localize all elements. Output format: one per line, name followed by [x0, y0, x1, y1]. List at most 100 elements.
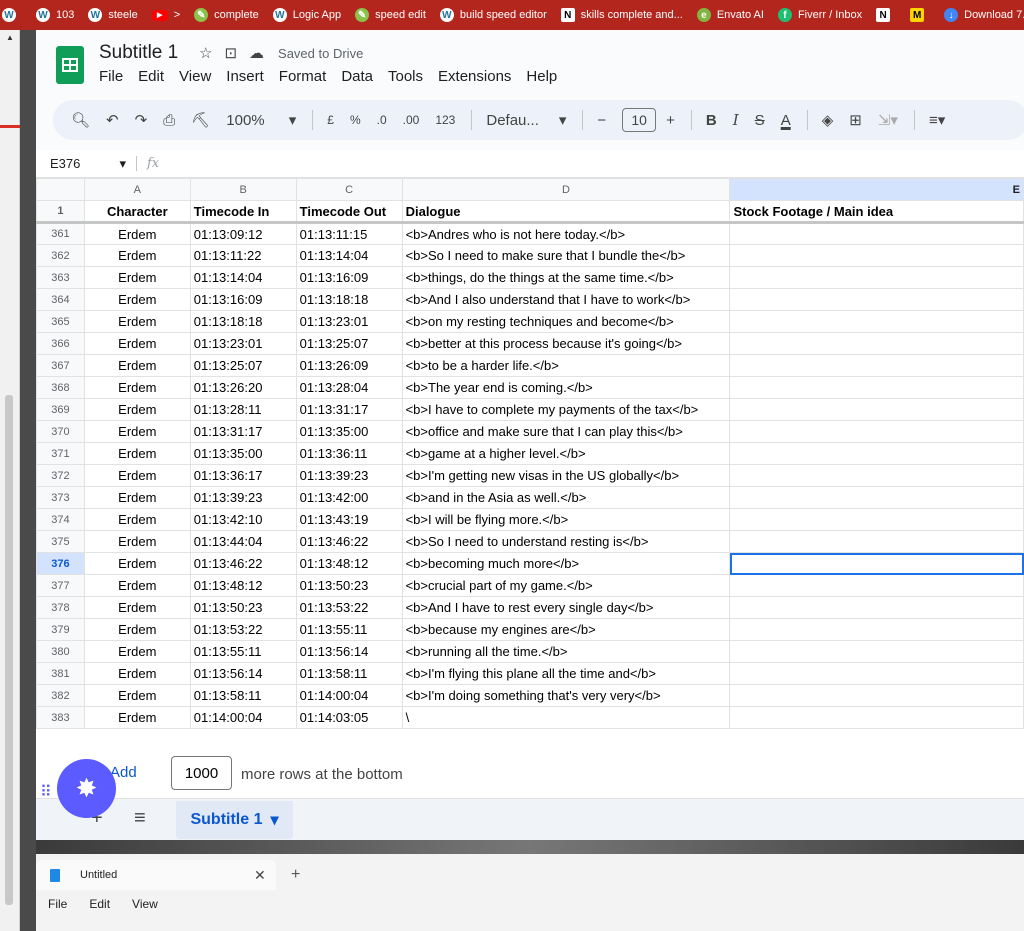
- bookmark-item[interactable]: W: [2, 8, 22, 22]
- cell[interactable]: <b>I'm doing something that's very very<…: [401, 684, 731, 707]
- menu-file[interactable]: File: [99, 68, 123, 85]
- cell[interactable]: [729, 486, 1024, 509]
- cell[interactable]: 01:13:42:10: [189, 508, 297, 531]
- row-number[interactable]: 371: [36, 442, 85, 465]
- cell[interactable]: 01:13:46:22: [295, 530, 403, 553]
- bookmark-item[interactable]: ↓ Download 7.2 Milli: [944, 8, 1024, 22]
- cell[interactable]: 01:13:09:12: [189, 222, 297, 245]
- all-sheets-icon[interactable]: ≡: [134, 807, 146, 830]
- cell[interactable]: [729, 508, 1024, 531]
- header-cell[interactable]: Dialogue: [401, 200, 731, 224]
- cell[interactable]: 01:14:00:04: [295, 684, 403, 707]
- strikethrough-button[interactable]: S: [755, 112, 765, 129]
- bookmark-item[interactable]: Wbuild speed editor: [439, 8, 547, 22]
- bold-button[interactable]: B: [706, 112, 717, 129]
- row-number[interactable]: 379: [36, 618, 85, 641]
- bookmark-item[interactable]: ✎ complete: [194, 8, 259, 22]
- new-tab-icon[interactable]: +: [291, 866, 300, 884]
- side-scrollbar[interactable]: [5, 395, 13, 905]
- cell[interactable]: Erdem: [83, 464, 191, 487]
- bookmark-item[interactable]: ▶ >: [151, 9, 180, 21]
- font-size-decrease-icon[interactable]: −: [597, 112, 606, 129]
- cell[interactable]: Erdem: [83, 354, 191, 377]
- cell[interactable]: <b>And I have to rest every single day</…: [401, 596, 731, 619]
- cell[interactable]: [729, 574, 1024, 597]
- cell[interactable]: Erdem: [83, 596, 191, 619]
- menu-tools[interactable]: Tools: [388, 68, 423, 85]
- bookmark-item[interactable]: e Envato AI: [696, 8, 764, 22]
- italic-button[interactable]: I: [733, 111, 739, 129]
- row-number[interactable]: 365: [36, 310, 85, 333]
- cell[interactable]: 01:13:39:23: [295, 464, 403, 487]
- row-number[interactable]: 380: [36, 640, 85, 663]
- menu-format[interactable]: Format: [279, 68, 327, 85]
- cell[interactable]: 01:13:25:07: [189, 354, 297, 377]
- menu-view[interactable]: View: [179, 68, 211, 85]
- cell[interactable]: Erdem: [83, 398, 191, 421]
- row-number[interactable]: 366: [36, 332, 85, 355]
- cell[interactable]: [729, 684, 1024, 707]
- menu-help[interactable]: Help: [526, 68, 557, 85]
- cell[interactable]: <b>better at this process because it's g…: [401, 332, 731, 355]
- row-number[interactable]: 375: [36, 530, 85, 553]
- cell[interactable]: [729, 596, 1024, 619]
- cell[interactable]: 01:13:48:12: [295, 552, 403, 575]
- cell[interactable]: 01:13:39:23: [189, 486, 297, 509]
- cell[interactable]: 01:13:56:14: [189, 662, 297, 685]
- cell[interactable]: Erdem: [83, 222, 191, 245]
- header-cell[interactable]: Timecode In: [189, 200, 297, 224]
- search-menus-icon[interactable]: 🔍︎: [71, 111, 90, 129]
- row-number[interactable]: 369: [36, 398, 85, 421]
- document-title[interactable]: Subtitle 1: [99, 42, 178, 64]
- cell[interactable]: <b>on my resting techniques and become</…: [401, 310, 731, 333]
- cell[interactable]: 01:14:03:05: [295, 706, 403, 729]
- cell[interactable]: 01:13:58:11: [295, 662, 403, 685]
- cell[interactable]: <b>game at a higher level.</b>: [401, 442, 731, 465]
- close-icon[interactable]: ✕: [254, 867, 266, 884]
- cell[interactable]: Erdem: [83, 508, 191, 531]
- percent-button[interactable]: %: [350, 113, 361, 127]
- rows-count-input[interactable]: 1000: [171, 756, 232, 790]
- redo-icon[interactable]: ↷: [135, 111, 148, 129]
- cell[interactable]: 01:13:55:11: [295, 618, 403, 641]
- cell[interactable]: 01:13:53:22: [189, 618, 297, 641]
- bookmark-item[interactable]: M: [910, 8, 930, 22]
- cell[interactable]: 01:13:25:07: [295, 332, 403, 355]
- cell[interactable]: Erdem: [83, 244, 191, 267]
- cell[interactable]: 01:13:11:15: [295, 222, 403, 245]
- notepad-menu-view[interactable]: View: [132, 897, 158, 911]
- increase-decimal-button[interactable]: .00: [403, 113, 420, 127]
- row-number[interactable]: 381: [36, 662, 85, 685]
- row-number[interactable]: 361: [36, 222, 85, 245]
- cell[interactable]: Erdem: [83, 662, 191, 685]
- menu-extensions[interactable]: Extensions: [438, 68, 511, 85]
- move-folder-icon[interactable]: ⊡: [224, 44, 237, 62]
- cell[interactable]: <b>Andres who is not here today.</b>: [401, 222, 731, 245]
- header-cell[interactable]: Timecode Out: [295, 200, 403, 224]
- font-size-input[interactable]: 10: [622, 108, 657, 132]
- cell[interactable]: [729, 552, 1024, 575]
- cell[interactable]: Erdem: [83, 486, 191, 509]
- header-cell[interactable]: Stock Footage / Main idea: [729, 200, 1024, 224]
- cell[interactable]: [729, 398, 1024, 421]
- notepad-menu-file[interactable]: File: [48, 897, 67, 911]
- borders-icon[interactable]: ⊞: [849, 111, 862, 129]
- cell[interactable]: 01:13:31:17: [295, 398, 403, 421]
- cell[interactable]: 01:13:42:00: [295, 486, 403, 509]
- cell[interactable]: 01:13:55:11: [189, 640, 297, 663]
- column-header[interactable]: A: [83, 178, 191, 201]
- cell[interactable]: <b>So I need to understand resting is</b…: [401, 530, 731, 553]
- drag-handle-icon[interactable]: ⠿: [40, 782, 52, 802]
- cell[interactable]: [729, 464, 1024, 487]
- cell[interactable]: [729, 332, 1024, 355]
- row-number[interactable]: 364: [36, 288, 85, 311]
- cell[interactable]: 01:13:28:04: [295, 376, 403, 399]
- cell[interactable]: [729, 244, 1024, 267]
- row-number[interactable]: 362: [36, 244, 85, 267]
- column-header[interactable]: B: [189, 178, 297, 201]
- cell[interactable]: 01:13:14:04: [295, 244, 403, 267]
- cell[interactable]: 01:13:16:09: [189, 288, 297, 311]
- cell[interactable]: <b>The year end is coming.</b>: [401, 376, 731, 399]
- bookmark-item[interactable]: W 103: [36, 8, 74, 22]
- row-number[interactable]: 363: [36, 266, 85, 289]
